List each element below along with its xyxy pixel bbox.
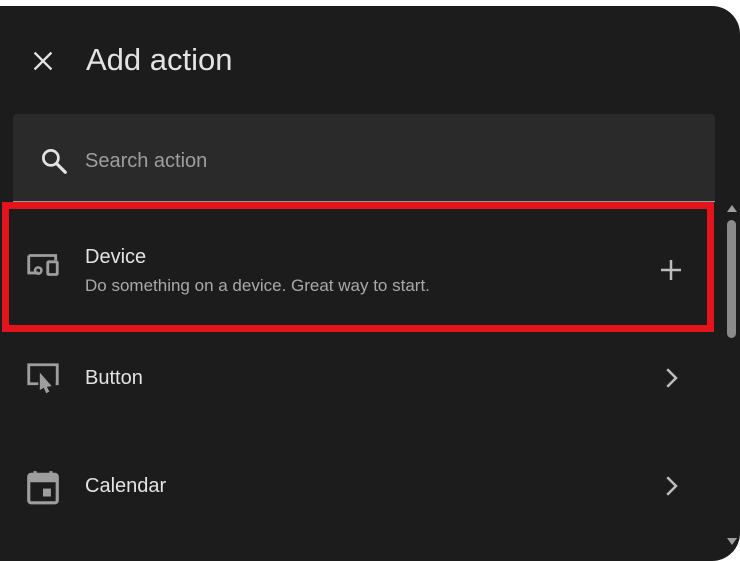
search-input[interactable] <box>85 142 685 180</box>
search-field[interactable] <box>13 114 715 202</box>
list-item-device[interactable]: Device Do something on a device. Great w… <box>0 202 722 338</box>
calendar-icon <box>27 471 59 505</box>
list-item-calendar[interactable]: Calendar <box>0 444 722 550</box>
chevron-right-icon[interactable] <box>656 471 686 501</box>
item-label: Calendar <box>85 475 167 497</box>
dialog-title: Add action <box>86 42 233 77</box>
action-list: Device Do something on a device. Great w… <box>0 202 722 561</box>
scrollbar-thumb[interactable] <box>727 220 736 338</box>
close-button[interactable] <box>22 40 64 82</box>
dialog-header: Add action <box>0 6 740 106</box>
plus-icon[interactable] <box>656 255 686 285</box>
chevron-right-icon[interactable] <box>656 363 686 393</box>
item-description: Do something on a device. Great way to s… <box>85 276 430 295</box>
search-icon <box>42 149 67 174</box>
gesture-tap-button-icon <box>27 363 59 394</box>
list-item-button[interactable]: Button <box>0 338 722 444</box>
devices-icon <box>27 254 59 276</box>
item-label: Device <box>85 246 147 268</box>
close-icon <box>33 51 53 71</box>
add-action-dialog: Add action Device Do something on a devi… <box>0 6 740 561</box>
scroll-up-arrow-icon[interactable] <box>727 205 737 212</box>
scroll-down-arrow-icon[interactable] <box>727 538 737 545</box>
item-label: Button <box>85 367 143 389</box>
